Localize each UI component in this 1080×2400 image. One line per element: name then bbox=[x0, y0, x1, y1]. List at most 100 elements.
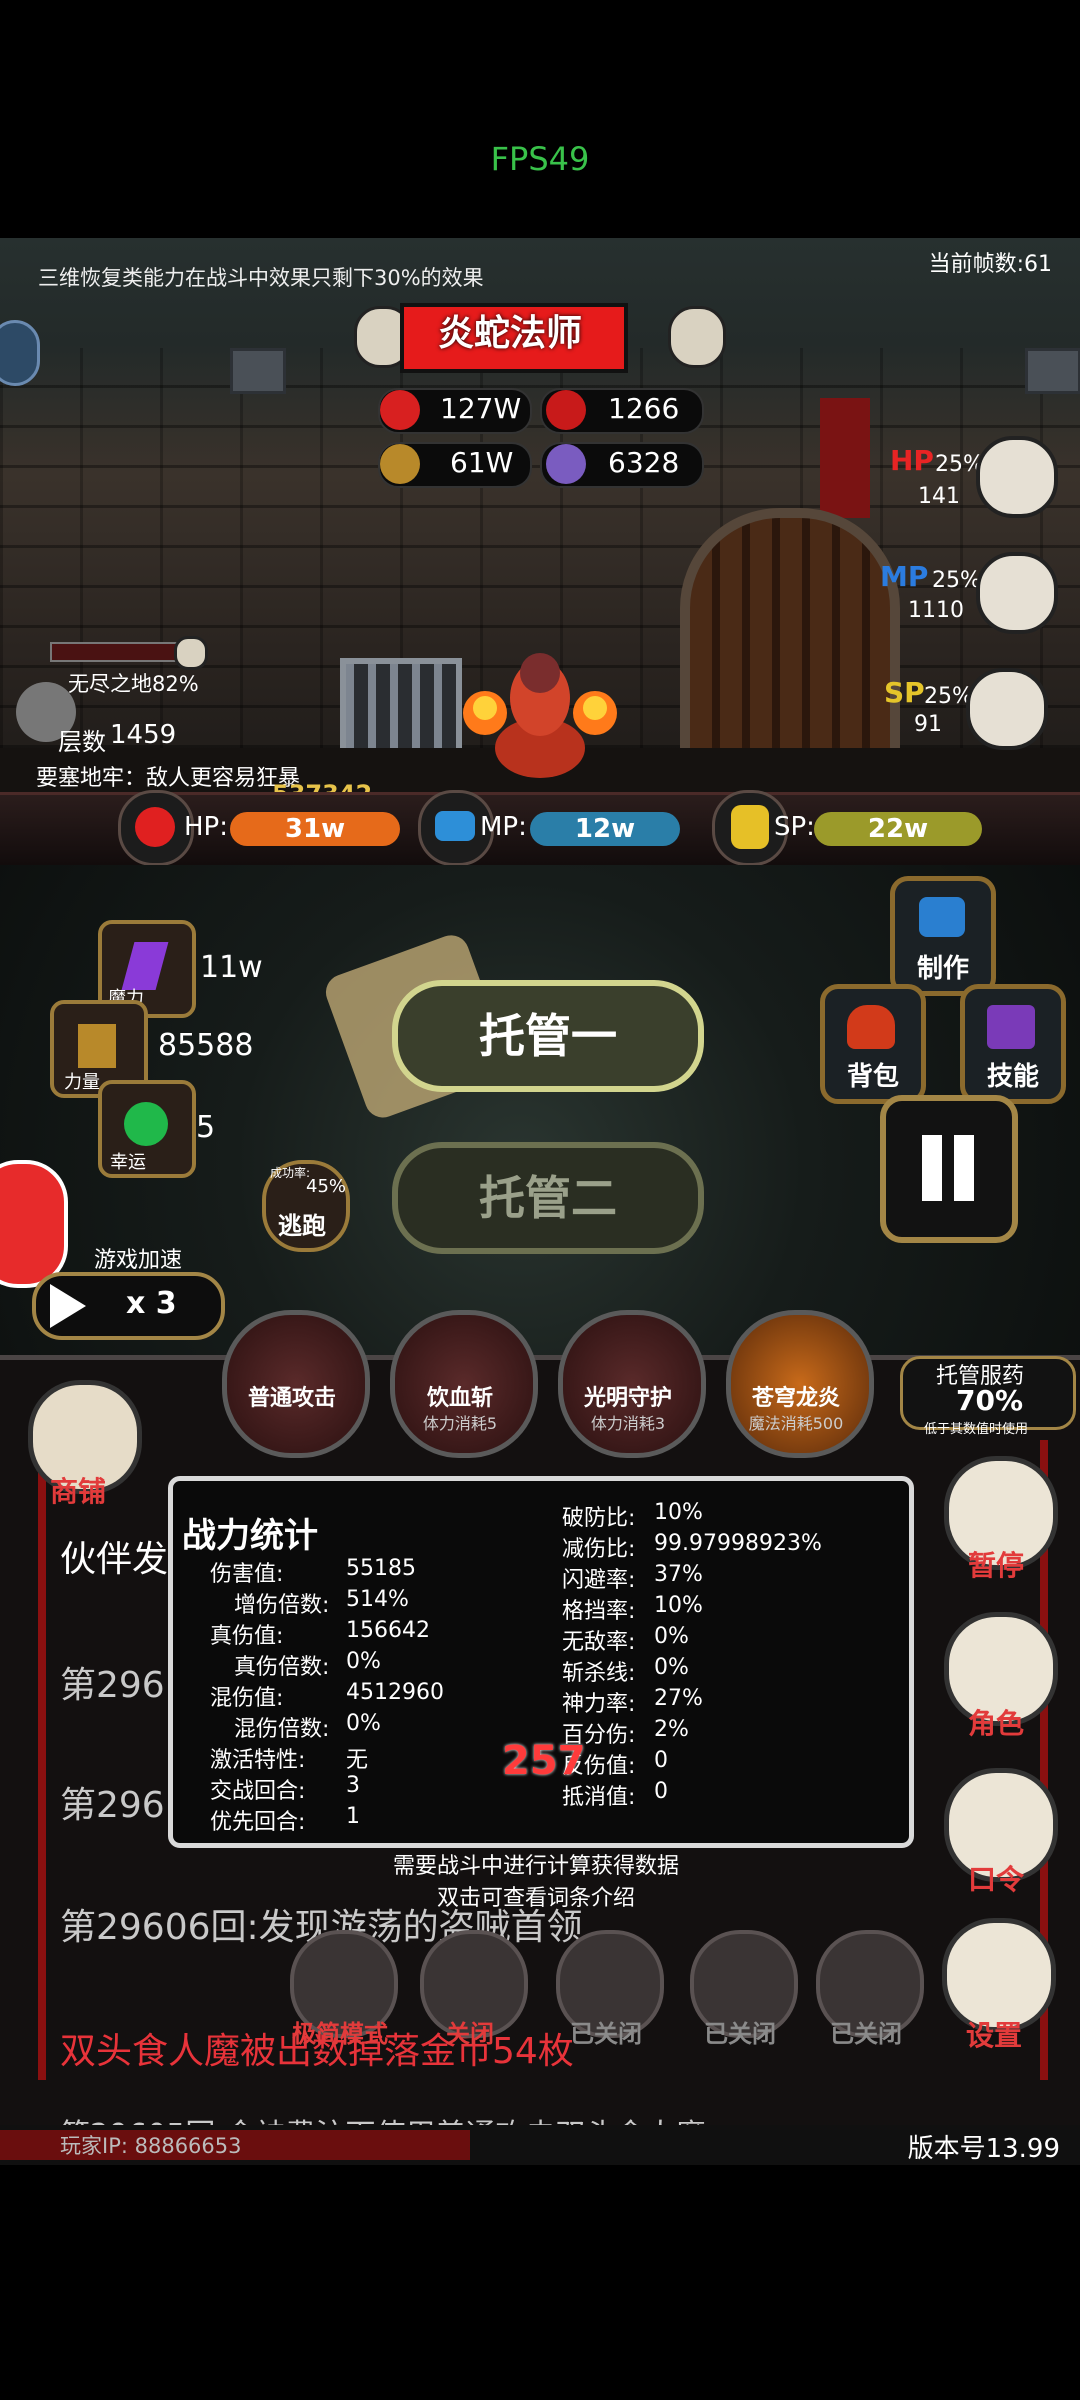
anvil-icon bbox=[919, 897, 965, 937]
stat-value: 514% bbox=[346, 1587, 409, 1612]
monster-hp: 127W bbox=[440, 392, 522, 425]
shop-label: 商铺 bbox=[49, 1475, 106, 1508]
stat-value: 10% bbox=[654, 1500, 703, 1525]
mp-potion-label: MP bbox=[880, 560, 929, 593]
red-shield-icon bbox=[546, 390, 586, 430]
player-ip: 玩家IP: 88866653 bbox=[60, 2134, 242, 2158]
bag-button[interactable]: 背包 bbox=[820, 984, 926, 1104]
heart-icon bbox=[380, 390, 420, 430]
auto-battle-2-button[interactable]: 托管二 bbox=[392, 1142, 704, 1254]
stats-tip: 需要战斗中进行计算获得数据 bbox=[392, 1854, 679, 1879]
stats-title: 战力统计 bbox=[182, 1516, 318, 1556]
speed-button[interactable]: x 3 bbox=[32, 1272, 225, 1340]
stat-value: 0% bbox=[654, 1624, 689, 1649]
hero-sp-value: 22w bbox=[814, 812, 982, 846]
left-edge-button[interactable] bbox=[0, 320, 40, 386]
strength-value: 85588 bbox=[158, 1028, 254, 1063]
stat-value: 4512960 bbox=[346, 1680, 444, 1705]
stat-label: 增伤倍数: bbox=[234, 1593, 330, 1618]
fire-snake-mage-sprite bbox=[463, 653, 617, 778]
damage-float: 257 bbox=[502, 1738, 586, 1784]
log-title: 伙伴发 bbox=[60, 1539, 169, 1580]
stat-label: 混伤倍数: bbox=[234, 1717, 330, 1742]
stat-label: 激活特性: bbox=[210, 1748, 306, 1773]
stats-tip: 双击可查看词条介绍 bbox=[436, 1886, 635, 1911]
backpack-icon bbox=[847, 1005, 895, 1049]
stat-value: 27% bbox=[654, 1686, 703, 1711]
stat-label: 真伤值: bbox=[210, 1624, 284, 1649]
character-label: 角色 bbox=[967, 1707, 1024, 1740]
stat-label: 优先回合: bbox=[210, 1810, 306, 1835]
skills-label: 技能 bbox=[986, 1062, 1039, 1092]
luck-label: 幸运 bbox=[110, 1152, 146, 1173]
panel-border bbox=[38, 1440, 46, 2080]
stat-value: 99.97998923% bbox=[654, 1531, 822, 1556]
wall-post bbox=[1025, 348, 1080, 394]
stat-value: 无 bbox=[346, 1748, 369, 1773]
skill-name: 光明守护 bbox=[583, 1386, 672, 1411]
stat-label: 真伤倍数: bbox=[234, 1655, 330, 1680]
fps-counter: FPS49 bbox=[490, 140, 590, 178]
stat-value: 0% bbox=[654, 1655, 689, 1680]
simple-mode-label: 极简模式 bbox=[292, 2020, 388, 2048]
auto-potion-sub: 低于其数值时使用 bbox=[924, 1422, 1029, 1437]
skill-cost: 魔法消耗500 bbox=[748, 1414, 844, 1433]
dragon-label: 已关闭 bbox=[704, 2020, 776, 2048]
mp-potion-percent: 25% bbox=[932, 568, 981, 593]
version: 版本号13.99 bbox=[907, 2134, 1060, 2164]
escape-label: 逃跑 bbox=[278, 1212, 326, 1240]
monster-shield: 6328 bbox=[608, 446, 680, 479]
skills-button[interactable]: 技能 bbox=[960, 984, 1066, 1104]
stat-value: 37% bbox=[654, 1562, 703, 1587]
stat-value: 10% bbox=[654, 1593, 703, 1618]
skill-name: 普通攻击 bbox=[247, 1386, 336, 1411]
monster-attack: 61W bbox=[450, 446, 514, 479]
user-avatar-button[interactable] bbox=[0, 1160, 68, 1288]
stat-label: 交战回合: bbox=[210, 1779, 306, 1804]
stat-value: 0 bbox=[654, 1779, 668, 1804]
stat-value: 1 bbox=[346, 1804, 360, 1829]
skull-icon bbox=[174, 636, 208, 670]
pause-button[interactable] bbox=[880, 1095, 1018, 1243]
stat-value: 0% bbox=[346, 1711, 381, 1736]
stat-label: 斩杀线: bbox=[562, 1661, 636, 1686]
sp-potion-label: SP bbox=[884, 676, 925, 709]
auto-battle-1-button[interactable]: 托管一 bbox=[392, 980, 704, 1092]
hp-potion-icon[interactable] bbox=[976, 436, 1058, 518]
hero-hp-value: 31w bbox=[230, 812, 400, 846]
mp-potion-value: 1110 bbox=[908, 598, 964, 623]
stat-label: 伤害值: bbox=[210, 1562, 284, 1587]
settings-label: 设置 bbox=[965, 2019, 1022, 2052]
pause-label: 暂停 bbox=[967, 1549, 1024, 1582]
mp-potion-icon[interactable] bbox=[976, 552, 1058, 634]
bag-toggle-label: 已关闭 bbox=[830, 2020, 902, 2048]
stat-label: 格挡率: bbox=[562, 1599, 636, 1624]
stat-label: 神力率: bbox=[562, 1692, 636, 1717]
dungeon-hint: 要塞地牢：敌人更容易狂暴 bbox=[36, 766, 301, 791]
stat-value: 3 bbox=[346, 1773, 360, 1798]
sp-potion-icon[interactable] bbox=[966, 668, 1048, 750]
hero-mp-value: 12w bbox=[530, 812, 680, 846]
password-label: 口令 bbox=[967, 1863, 1024, 1896]
speed-value: x 3 bbox=[126, 1286, 177, 1321]
monster-name: 炎蛇法师 bbox=[437, 313, 582, 354]
strength-label: 力量 bbox=[64, 1072, 100, 1093]
craft-button[interactable]: 制作 bbox=[890, 876, 996, 996]
auto-potion-value: 70% bbox=[956, 1384, 1024, 1417]
luck-value: 5 bbox=[196, 1110, 216, 1145]
stat-label: 混伤值: bbox=[210, 1686, 284, 1711]
floor-value: 1459 bbox=[110, 720, 177, 750]
hp-potion-value: 141 bbox=[918, 484, 960, 509]
sound-label: 关闭 bbox=[446, 2020, 494, 2048]
stat-value: 0% bbox=[346, 1649, 381, 1674]
floor-label: 层数 bbox=[58, 728, 106, 756]
hero-hp-label: HP: bbox=[184, 812, 228, 842]
dungeon-door bbox=[680, 508, 900, 778]
log-line: 第296 bbox=[60, 1665, 165, 1706]
magic-value: 11w bbox=[200, 950, 263, 985]
skill-cost: 体力消耗3 bbox=[590, 1414, 666, 1433]
effect-label: 已关闭 bbox=[570, 2020, 642, 2048]
skull-icon bbox=[668, 306, 726, 368]
red-banner bbox=[820, 398, 870, 518]
stat-label: 无敌率: bbox=[562, 1630, 636, 1655]
